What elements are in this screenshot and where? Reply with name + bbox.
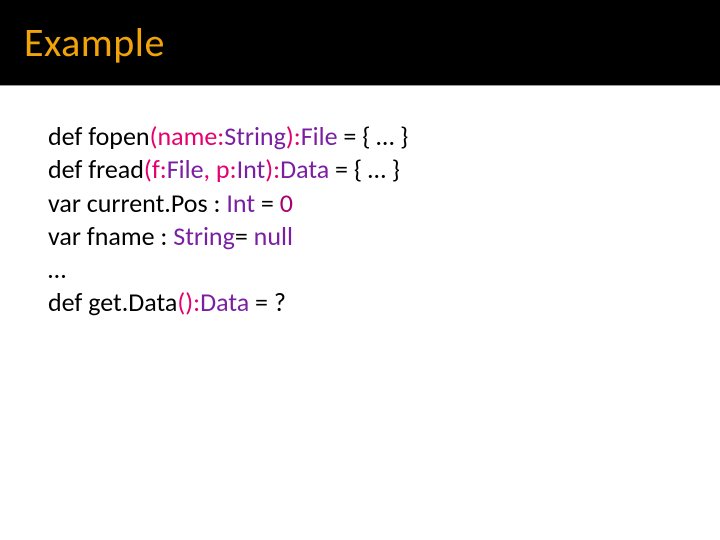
literal-zero: 0 bbox=[280, 187, 293, 219]
close-paren: ) bbox=[185, 286, 193, 318]
body: = ? bbox=[249, 286, 286, 318]
keyword-def: def bbox=[48, 120, 82, 152]
param-name: p bbox=[216, 153, 230, 185]
var-type: Int bbox=[226, 187, 255, 219]
keyword-def: def bbox=[48, 286, 82, 318]
open-paren: ( bbox=[144, 153, 152, 185]
param-name: f bbox=[152, 153, 160, 185]
return-type: Data bbox=[200, 286, 249, 318]
eq: = bbox=[255, 187, 280, 219]
code-line-3: var current.Pos : Int = 0 bbox=[48, 187, 720, 220]
return-type: File bbox=[301, 120, 338, 152]
code-line-4: var fname : String= null bbox=[48, 220, 720, 253]
title-bar: Example bbox=[0, 0, 720, 85]
code-line-6: def get.Data():Data = ? bbox=[48, 286, 720, 319]
keyword-def: def bbox=[48, 153, 82, 185]
var-type: String bbox=[173, 220, 235, 252]
body: = { … } bbox=[338, 120, 409, 152]
slide: Example def fopen(name:String):File = { … bbox=[0, 0, 720, 540]
colon: : bbox=[230, 153, 237, 185]
return-type: Data bbox=[280, 153, 329, 185]
fn-name: fread bbox=[88, 153, 144, 185]
fn-name: fopen bbox=[88, 120, 149, 152]
param-type: String bbox=[224, 120, 286, 152]
keyword-var: var bbox=[48, 187, 81, 219]
code-line-1: def fopen(name:String):File = { … } bbox=[48, 120, 720, 153]
param-type: File bbox=[167, 153, 204, 185]
code-line-5: … bbox=[48, 253, 720, 286]
colon: : bbox=[294, 120, 301, 152]
var-name: fname : bbox=[87, 220, 173, 252]
code-line-2: def fread(f:File, p:Int):Data = { … } bbox=[48, 153, 720, 186]
body: = { … } bbox=[329, 153, 400, 185]
var-name: current.Pos : bbox=[87, 187, 227, 219]
param-name: name bbox=[157, 120, 217, 152]
close-paren: ) bbox=[286, 120, 294, 152]
ellipsis: … bbox=[48, 253, 66, 285]
slide-title: Example bbox=[24, 18, 165, 67]
code-block: def fopen(name:String):File = { … } def … bbox=[0, 86, 720, 320]
literal-null: null bbox=[254, 220, 293, 252]
eq: = bbox=[235, 220, 254, 252]
param-type: Int bbox=[237, 153, 266, 185]
keyword-var: var bbox=[48, 220, 81, 252]
close-paren: ) bbox=[265, 153, 273, 185]
colon: : bbox=[160, 153, 167, 185]
fn-name: get.Data bbox=[88, 286, 177, 318]
comma: , bbox=[204, 153, 216, 185]
